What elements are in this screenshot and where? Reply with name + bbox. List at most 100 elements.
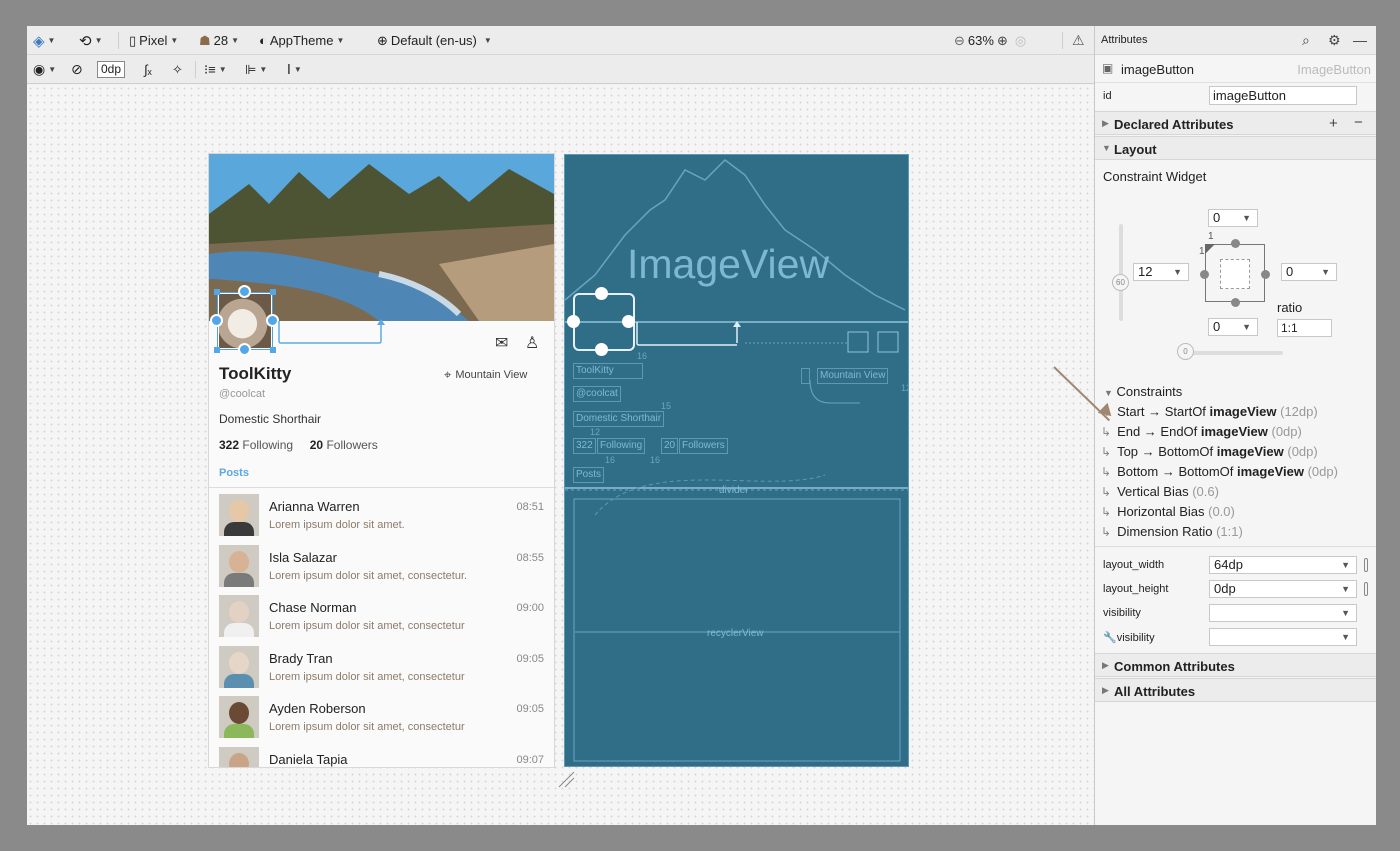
blueprint-followers-count[interactable]: 20 [661, 438, 679, 454]
horizontal-bias-slider[interactable] [1179, 351, 1283, 355]
blueprint-name[interactable]: ToolKitty [573, 363, 643, 379]
common-attributes-section[interactable]: ▶ Common Attributes [1095, 653, 1376, 677]
blueprint-breed[interactable]: Domestic Shorthair [573, 411, 665, 427]
constraint-row[interactable]: ↳ Bottom → BottomOf imageView (0dp) [1101, 464, 1338, 479]
height-mode-toggle[interactable] [1364, 582, 1368, 596]
align-button[interactable]: ⊫ ▼ [245, 55, 267, 84]
api-level-dropdown[interactable]: ☗ 28 ▼ [199, 26, 239, 55]
add-alert-icon[interactable]: ♙ [525, 333, 539, 353]
warnings-button[interactable]: ⚠ [1072, 26, 1085, 55]
constraint-row[interactable]: ↳ Dimension Ratio (1:1) [1101, 524, 1243, 539]
design-canvas[interactable]: ✉ ♙ ToolKitty @coolcat ⌖ Mountain View D… [27, 85, 1094, 825]
blueprint-followers[interactable]: Followers [679, 438, 728, 454]
mail-icon[interactable]: ✉ [495, 333, 508, 353]
resize-handle[interactable] [214, 347, 220, 353]
design-preview[interactable]: ✉ ♙ ToolKitty @coolcat ⌖ Mountain View D… [209, 154, 554, 767]
declared-attributes-section[interactable]: ▶ Declared Attributes + − [1095, 111, 1376, 135]
margin-label: 15 [661, 401, 672, 411]
top-margin-dropdown[interactable]: 0 ▼ [1208, 209, 1258, 227]
bottom-anchor[interactable] [1231, 298, 1240, 307]
blueprint-location[interactable]: Mountain View [817, 368, 889, 384]
search-icon[interactable]: ⌕ [1302, 32, 1310, 49]
message-sender: Arianna Warren [269, 499, 360, 514]
avatar-body [224, 623, 254, 637]
zoom-in-icon[interactable]: ⊕ [997, 33, 1008, 49]
orientation-button[interactable]: ⟲ ▼ [79, 26, 103, 55]
start-margin-dropdown[interactable]: 12 ▼ [1133, 263, 1189, 281]
id-field[interactable]: imageButton [1209, 86, 1357, 105]
vertical-bias-slider[interactable] [1119, 224, 1123, 321]
locale-dropdown[interactable]: ⊕ Default (en-us) ▼ [377, 26, 492, 55]
constraint-row[interactable]: ↳ Horizontal Bias (0.0) [1101, 504, 1235, 519]
message-row[interactable]: Arianna Warren Lorem ipsum dolor sit amet… [209, 494, 554, 544]
horizontal-bias-thumb[interactable]: 0 [1177, 343, 1194, 360]
end-anchor[interactable] [1261, 270, 1270, 279]
width-mode-toggle[interactable] [1364, 558, 1368, 572]
blueprint-pin[interactable] [801, 368, 810, 384]
constraints-header[interactable]: ▼ Constraints [1104, 384, 1182, 399]
message-row[interactable]: Daniela Tapia 09:07 [209, 746, 554, 767]
blueprint-start-handle[interactable] [567, 315, 580, 328]
guidelines-button[interactable]: Ⅰ ▼ [287, 55, 302, 84]
posts-tab[interactable]: Posts [219, 467, 249, 479]
all-attributes-section[interactable]: ▶ All Attributes [1095, 678, 1376, 702]
start-anchor[interactable] [1200, 270, 1209, 279]
end-margin-dropdown[interactable]: 0 ▼ [1281, 263, 1337, 281]
profile-location: ⌖ Mountain View [444, 367, 527, 383]
constraint-row[interactable]: ↳ Top → BottomOf imageView (0dp) [1101, 444, 1318, 459]
infer-constraints-button[interactable]: ✧ [172, 55, 183, 84]
constraint-widget-label: Constraint Widget [1103, 169, 1207, 184]
resize-handle[interactable] [214, 289, 220, 295]
blueprint-view[interactable]: ImageView ToolKitty @coolcat Domestic Sh… [564, 154, 909, 767]
resize-handle[interactable] [270, 289, 276, 295]
zoom-fit-icon[interactable]: ◎ [1015, 33, 1026, 49]
start-constraint-handle[interactable] [210, 314, 223, 327]
blueprint-posts[interactable]: Posts [573, 467, 605, 483]
constraint-row[interactable]: ↳ Start → StartOf imageView (12dp) [1101, 404, 1318, 419]
layout-height-dropdown[interactable]: 0dp ▼ [1209, 580, 1357, 598]
blueprint-bottom-handle[interactable] [595, 343, 608, 356]
tools-visibility-dropdown[interactable]: ▼ [1209, 628, 1357, 646]
constraints-label: Constraints [1116, 384, 1183, 399]
bottom-constraint-handle[interactable] [238, 343, 251, 356]
blueprint-following[interactable]: Following [597, 438, 646, 454]
message-time: 09:07 [516, 753, 544, 766]
vertical-bias-thumb[interactable]: 60 [1112, 274, 1129, 291]
zoom-out-icon[interactable]: ⊖ [954, 33, 965, 49]
blueprint-top-handle[interactable] [595, 287, 608, 300]
view-options-button[interactable]: ◉ ▼ [33, 55, 56, 84]
default-margin-button[interactable]: 0dp [97, 55, 126, 84]
constraint-row[interactable]: ↳ End → EndOf imageView (0dp) [1101, 424, 1302, 439]
autoconnect-toggle[interactable]: ⊘ [71, 55, 83, 84]
gear-icon[interactable]: ⚙ [1328, 32, 1341, 49]
blueprint-following-count[interactable]: 322 [573, 438, 596, 454]
layout-section[interactable]: ▼ Layout [1095, 136, 1376, 160]
blueprint-handle[interactable]: @coolcat [573, 386, 621, 402]
visibility-dropdown[interactable]: ▼ [1209, 604, 1357, 622]
minimize-icon[interactable]: — [1353, 32, 1367, 48]
constraint-text: End → EndOf imageView (0dp) [1117, 424, 1302, 439]
message-row[interactable]: Isla Salazar Lorem ipsum dolor sit amet, … [209, 544, 554, 595]
constraint-value: (0.6) [1192, 484, 1219, 499]
top-anchor[interactable] [1231, 239, 1240, 248]
message-row[interactable]: Brady Tran Lorem ipsum dolor sit amet, co… [209, 645, 554, 696]
top-constraint-handle[interactable] [238, 285, 251, 298]
layout-width-dropdown[interactable]: 64dp ▼ [1209, 556, 1357, 574]
message-row[interactable]: Ayden Roberson Lorem ipsum dolor sit amet… [209, 696, 554, 746]
blueprint-end-handle[interactable] [622, 315, 635, 328]
constraint-row[interactable]: ↳ Vertical Bias (0.6) [1101, 484, 1219, 499]
design-surface-button[interactable]: ◈ ▼ [33, 26, 55, 55]
layout-height-value: 0dp [1214, 581, 1236, 596]
pack-button[interactable]: ⁝≡ ▼ [204, 55, 227, 84]
resize-corner-icon[interactable] [557, 770, 577, 790]
ratio-corner-icon[interactable] [1205, 244, 1215, 254]
bottom-margin-dropdown[interactable]: 0 ▼ [1208, 318, 1258, 336]
ratio-field[interactable]: 1:1 [1277, 319, 1332, 337]
theme-dropdown[interactable]: ◐ AppTheme ▼ [259, 26, 344, 55]
add-icon[interactable]: + [1329, 115, 1338, 132]
device-dropdown[interactable]: ▯ Pixel ▼ [129, 26, 178, 55]
remove-icon[interactable]: − [1354, 114, 1363, 131]
message-sender: Chase Norman [269, 600, 357, 615]
clear-constraints-button[interactable]: ∫ₓ [144, 55, 152, 84]
message-row[interactable]: Chase Norman Lorem ipsum dolor sit amet, … [209, 595, 554, 645]
